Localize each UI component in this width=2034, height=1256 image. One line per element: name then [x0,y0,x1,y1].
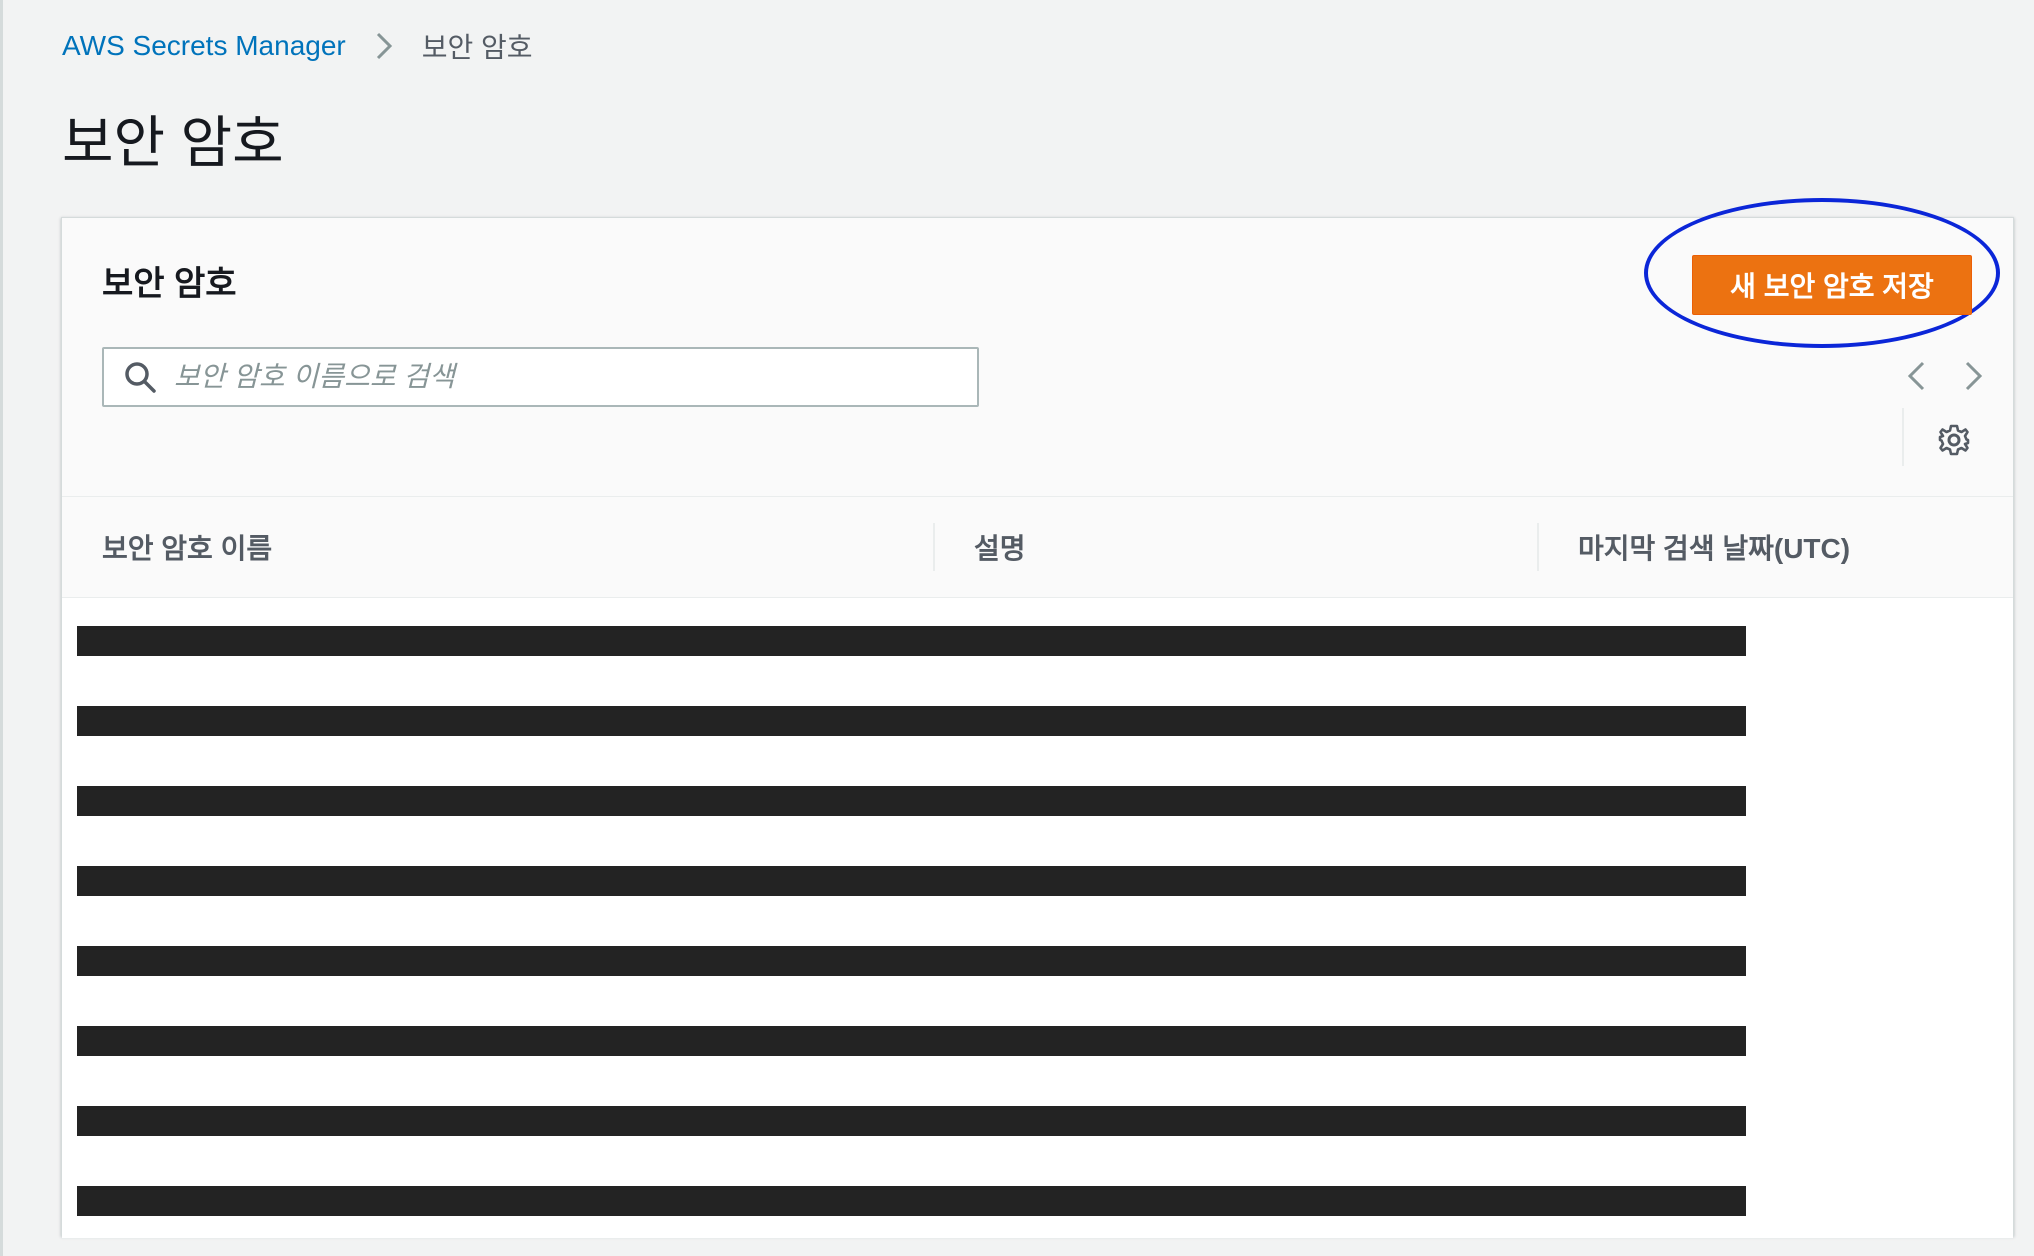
redaction-bar [77,1106,1746,1136]
settings-divider [1902,408,1904,466]
search-box [102,347,979,407]
redaction-bar [77,626,1746,656]
search-input[interactable] [172,351,956,403]
pagination [1882,354,1998,398]
table-row[interactable] [62,1158,2013,1239]
panel-title: 보안 암호 [102,265,237,303]
redaction-bar [77,786,1746,816]
redaction-bar [77,1026,1746,1056]
breadcrumb: AWS Secrets Manager 보안 암호 [62,26,533,66]
gear-icon[interactable] [1932,418,1976,462]
panel-header: 보안 암호 새 보안 암호 저장 [62,198,2013,497]
search-icon [122,359,158,395]
table-row[interactable] [62,598,2013,679]
window-left-edge [0,0,3,1256]
table-row[interactable] [62,1078,2013,1159]
table-row[interactable] [62,998,2013,1079]
chevron-left-icon[interactable] [1892,354,1940,398]
column-header-secret-name[interactable]: 보안 암호 이름 [102,497,272,597]
table-row[interactable] [62,918,2013,999]
table-header: 보안 암호 이름 설명 마지막 검색 날짜(UTC) [62,497,2013,598]
column-header-description[interactable]: 설명 [974,497,1026,597]
breadcrumb-link-secrets-manager[interactable]: AWS Secrets Manager [62,30,346,62]
store-new-secret-button[interactable]: 새 보안 암호 저장 [1692,255,1972,315]
redaction-bar [77,946,1746,976]
secrets-table-panel: 보안 암호 새 보안 암호 저장 보안 암호 이름 [61,198,2014,1239]
table-row[interactable] [62,838,2013,919]
table-row[interactable] [62,758,2013,839]
redaction-bar [77,706,1746,736]
column-divider [1537,523,1539,571]
page-title: 보안 암호 [62,111,284,174]
chevron-right-icon [364,26,404,66]
table-row[interactable] [62,678,2013,759]
chevron-right-icon[interactable] [1950,354,1998,398]
redaction-bar [77,866,1746,896]
redaction-bar [77,1186,1746,1216]
column-divider [933,523,935,571]
breadcrumb-current: 보안 암호 [421,32,533,63]
column-header-last-retrieved[interactable]: 마지막 검색 날짜(UTC) [1578,497,1850,597]
